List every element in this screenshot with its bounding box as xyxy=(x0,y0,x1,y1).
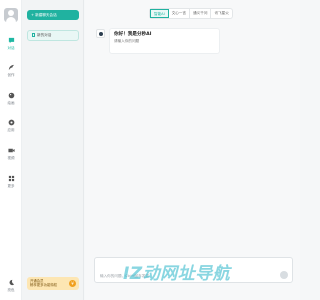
nav-item-chat[interactable]: 对话 xyxy=(0,37,22,50)
nav-label: 视频 xyxy=(7,156,15,160)
theme-label: 亮色 xyxy=(7,288,15,292)
greeting-message: 你好！我是分秒AI 请输入你的问题 xyxy=(109,28,220,54)
chat-main: 智能AI 文心一言 通义千问 讯飞星火 你好！我是分秒AI 请输入你的问题 输入… xyxy=(85,0,300,300)
nav-item-draw[interactable]: 绘画 xyxy=(0,92,22,105)
greeting-title: 你好！我是分秒AI xyxy=(114,32,152,37)
bot-avatar xyxy=(96,29,105,38)
video-icon xyxy=(7,148,15,153)
palette-icon xyxy=(8,92,14,99)
nav-item-create[interactable]: 创作 xyxy=(0,64,22,77)
grid-icon xyxy=(8,175,14,182)
new-chat-button[interactable]: + 新建聊天会话 xyxy=(27,10,79,20)
nav-item-apps[interactable]: 应用 xyxy=(0,119,22,132)
membership-promo[interactable]: 开通会员 畅享更多功能特权 ¥ xyxy=(27,277,79,290)
tab-xunfei[interactable]: 讯飞星火 xyxy=(211,9,231,18)
nav-label: 更多 xyxy=(7,184,15,188)
greeting-subtitle: 请输入你的问题 xyxy=(114,39,140,43)
tab-wenxin[interactable]: 文心一言 xyxy=(169,9,191,18)
nav-label: 应用 xyxy=(7,128,15,132)
app-icon xyxy=(8,119,14,126)
theme-toggle[interactable]: 亮色 xyxy=(0,279,22,292)
watermark-logo: IZ动网址导航 xyxy=(123,264,231,284)
feather-icon xyxy=(8,64,14,71)
nav-item-video[interactable]: 视频 xyxy=(0,147,22,160)
moon-icon xyxy=(9,279,14,286)
send-button[interactable] xyxy=(280,271,288,279)
nav-item-more[interactable]: 更多 xyxy=(0,175,22,188)
conversation-label: 新的对话 xyxy=(37,33,52,37)
conversation-sidebar: + 新建聊天会话 新的对话 xyxy=(22,0,84,300)
left-nav: 对话 创作 绘画 应用 视频 更多 亮色 xyxy=(0,0,22,300)
document-icon xyxy=(32,33,35,37)
tab-tongyi[interactable]: 通义千问 xyxy=(190,9,212,18)
conversation-item[interactable]: 新的对话 xyxy=(27,30,79,41)
nav-label: 对话 xyxy=(7,46,15,50)
coin-icon: ¥ xyxy=(69,280,76,287)
user-avatar[interactable] xyxy=(4,8,18,22)
tab-smart-ai[interactable]: 智能AI xyxy=(150,9,169,18)
nav-label: 绘画 xyxy=(7,101,15,105)
chat-icon xyxy=(8,37,14,44)
model-tabs: 智能AI 文心一言 通义千问 讯飞星火 xyxy=(149,8,233,19)
nav-label: 创作 xyxy=(7,73,15,77)
